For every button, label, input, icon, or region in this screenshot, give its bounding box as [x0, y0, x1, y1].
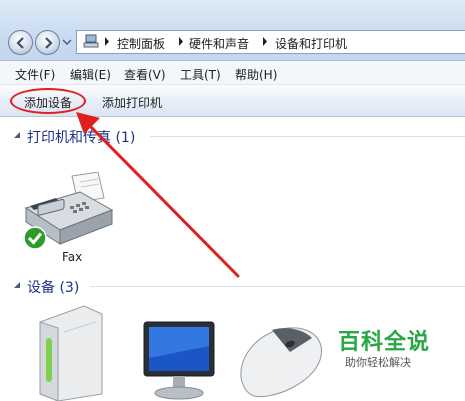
breadcrumb-hardware-sound[interactable]: 硬件和声音 [189, 35, 249, 52]
mouse-icon[interactable] [232, 322, 327, 401]
monitor-icon[interactable] [140, 318, 220, 401]
menu-bar: 文件(F) 编辑(E) 查看(V) 工具(T) 帮助(H) [0, 61, 465, 85]
menu-help[interactable]: 帮助(H) [235, 66, 277, 83]
computer-icon [83, 34, 99, 48]
default-checkmark-icon [23, 226, 47, 250]
back-arrow-icon [16, 37, 24, 49]
watermark-title: 百科全说 [338, 330, 431, 355]
device-label-fax[interactable]: Fax [62, 250, 82, 264]
history-dropdown-icon[interactable] [62, 38, 72, 46]
annotation-circle [10, 88, 86, 114]
forward-arrow-icon [45, 37, 53, 49]
add-printer-button[interactable]: 添加打印机 [102, 94, 162, 111]
group-title-printers: 打印机和传真 (1) [27, 130, 136, 146]
forward-button[interactable] [35, 30, 60, 55]
menu-view[interactable]: 查看(V) [124, 66, 166, 83]
collapse-triangle-icon[interactable] [13, 131, 21, 139]
menu-file[interactable]: 文件(F) [15, 66, 55, 83]
group-title-devices: 设备 (3) [27, 280, 80, 296]
group-divider [150, 136, 465, 137]
external-drive-icon[interactable] [30, 302, 106, 401]
chevron-right-icon[interactable] [104, 37, 110, 46]
menu-tools[interactable]: 工具(T) [180, 66, 221, 83]
chevron-right-icon[interactable] [178, 37, 184, 46]
address-strip: 控制面板 硬件和声音 设备和打印机 [0, 0, 465, 61]
watermark: 百科全说 助你轻松解决 [325, 318, 465, 378]
watermark-subtitle: 助你轻松解决 [345, 356, 411, 369]
collapse-triangle-icon[interactable] [13, 281, 21, 289]
back-button[interactable] [8, 30, 33, 55]
command-bar: 添加设备 添加打印机 [0, 85, 465, 117]
group-header-devices[interactable]: 设备 (3) [0, 275, 465, 297]
address-bar[interactable]: 控制面板 硬件和声音 设备和打印机 [76, 30, 465, 54]
breadcrumb-devices-printers[interactable]: 设备和打印机 [275, 35, 347, 52]
menu-edit[interactable]: 编辑(E) [70, 66, 111, 83]
chevron-right-icon[interactable] [262, 37, 268, 46]
group-divider [90, 286, 465, 287]
breadcrumb-control-panel[interactable]: 控制面板 [117, 35, 165, 52]
group-header-printers[interactable]: 打印机和传真 (1) [0, 125, 465, 147]
